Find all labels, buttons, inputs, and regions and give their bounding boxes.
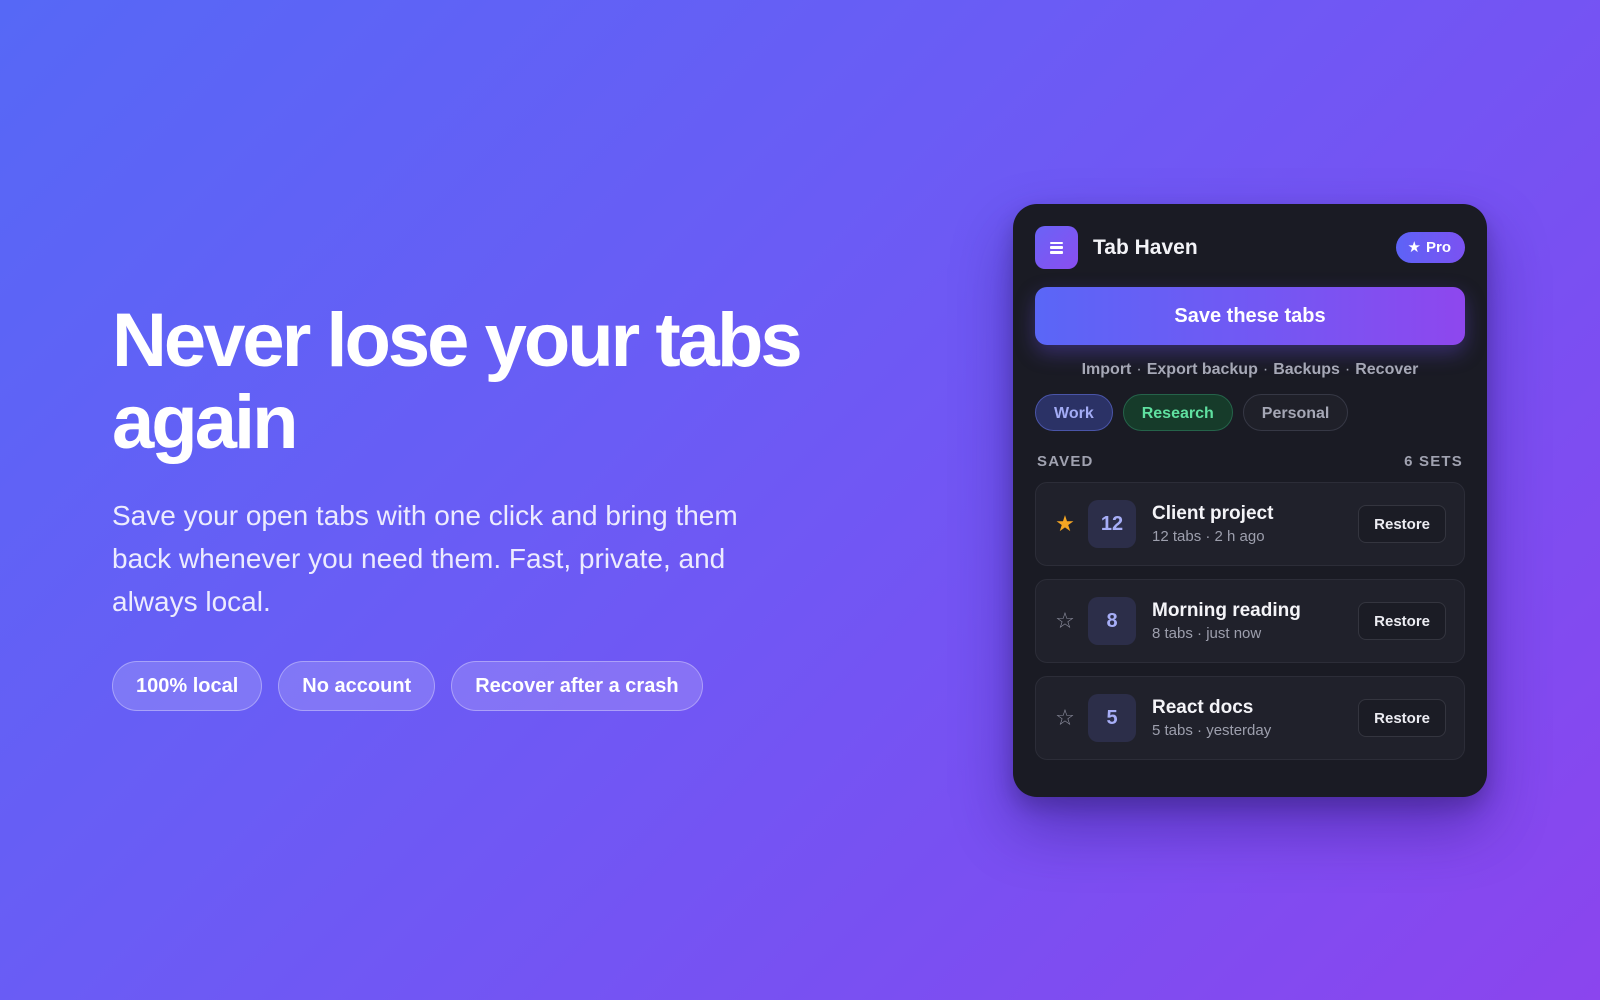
hero-section: Never lose your tabs again Save your ope… [112, 300, 832, 711]
sets-count: 6 SETS [1404, 453, 1463, 470]
set-info: React docs 5 tabs · yesterday [1152, 697, 1271, 739]
star-icon[interactable]: ★ [1052, 511, 1078, 537]
restore-button[interactable]: Restore [1358, 602, 1446, 640]
app-logo [1035, 226, 1078, 269]
menu-lines-icon [1050, 241, 1063, 254]
saved-sets-list: ★ 12 Client project 12 tabs · 2 h ago Re… [1035, 482, 1465, 760]
feature-pill-local: 100% local [112, 661, 263, 711]
tab-count-badge: 5 [1088, 694, 1136, 742]
set-name: Client project [1152, 503, 1274, 524]
feature-pill-recover: Recover after a crash [451, 661, 703, 711]
hero-subtitle: Save your open tabs with one click and b… [112, 500, 738, 617]
star-icon: ★ [1407, 239, 1421, 256]
link-separator: · [1136, 361, 1142, 378]
saved-section-header: SAVED 6 SETS [1035, 453, 1465, 470]
import-link[interactable]: Import [1082, 361, 1132, 378]
restore-button[interactable]: Restore [1358, 505, 1446, 543]
backup-links: Import · Export backup · Backups · Recover [1035, 361, 1465, 379]
set-name: Morning reading [1152, 600, 1301, 621]
tab-count-badge: 12 [1088, 500, 1136, 548]
tag-work[interactable]: Work [1035, 394, 1113, 431]
saved-set-row: ☆ 8 Morning reading 8 tabs · just now Re… [1035, 579, 1465, 663]
extension-popup: Tab Haven ★ Pro Save these tabs Import · E… [1013, 204, 1487, 797]
set-info: Morning reading 8 tabs · just now [1152, 600, 1301, 642]
saved-label: SAVED [1037, 453, 1094, 470]
star-outline-icon[interactable]: ☆ [1052, 608, 1078, 634]
backups-link[interactable]: Backups [1273, 361, 1340, 378]
feature-pill-no-account: No account [278, 661, 436, 711]
hero-title: Never lose your tabs again [112, 298, 803, 465]
link-separator: · [1344, 361, 1351, 378]
restore-button[interactable]: Restore [1358, 699, 1446, 737]
recover-link[interactable]: Recover [1355, 361, 1418, 378]
tag-research[interactable]: Research [1122, 394, 1233, 431]
pro-badge-label: Pro [1425, 239, 1451, 256]
set-meta: 8 tabs · just now [1152, 625, 1262, 642]
set-meta: 5 tabs · yesterday [1152, 722, 1272, 739]
set-meta: 12 tabs · 2 h ago [1152, 528, 1265, 545]
app-name: Tab Haven [1093, 235, 1198, 259]
saved-set-row: ★ 12 Client project 12 tabs · 2 h ago Re… [1035, 482, 1465, 566]
saved-set-row: ☆ 5 React docs 5 tabs · yesterday Restor… [1035, 676, 1465, 760]
feature-pills: 100% local No account Recover after a cr… [112, 661, 832, 711]
tab-count-badge: 8 [1088, 597, 1136, 645]
popup-header: Tab Haven ★ Pro [1035, 226, 1465, 269]
export-backup-link[interactable]: Export backup [1147, 361, 1258, 378]
pro-badge[interactable]: ★ Pro [1395, 232, 1465, 263]
star-outline-icon[interactable]: ☆ [1052, 705, 1078, 731]
tag-filters: Work Research Personal [1035, 394, 1465, 431]
set-name: React docs [1152, 697, 1254, 718]
save-tabs-button[interactable]: Save these tabs [1035, 287, 1465, 345]
set-info: Client project 12 tabs · 2 h ago [1152, 503, 1273, 545]
link-separator: · [1262, 361, 1269, 378]
tag-personal[interactable]: Personal [1242, 394, 1349, 431]
